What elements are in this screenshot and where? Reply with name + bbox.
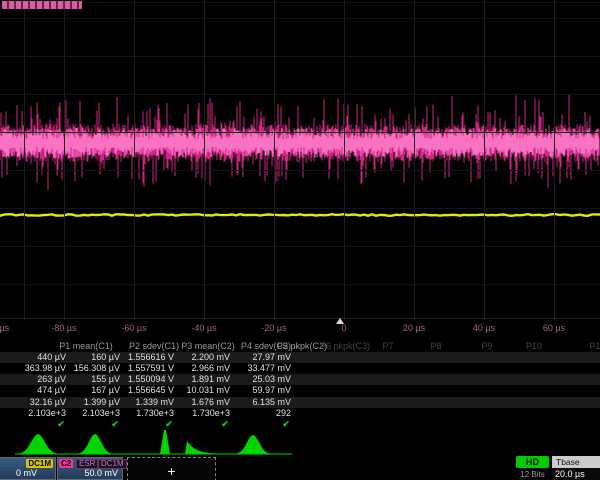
measure-mean-cell: 363.98 µV — [25, 363, 66, 373]
c1-coupling-badge: DC1M — [26, 459, 53, 468]
table-row-stripe — [0, 374, 600, 385]
measure-header-unused[interactable]: P11 — [589, 341, 600, 351]
histicon-shape[interactable] — [79, 434, 111, 454]
measure-max-cell: 1.556645 V — [128, 385, 174, 395]
measure-value-cell: 1.556616 V — [128, 352, 174, 362]
measure-value-cell: 440 µV — [37, 352, 66, 362]
table-row-stripe — [0, 352, 600, 363]
time-tick-label: -100 µs — [0, 323, 9, 333]
measure-sdev-cell: 1.339 mV — [135, 397, 174, 407]
time-tick-label: 0 — [341, 323, 346, 333]
time-tick-label: -40 µs — [191, 323, 216, 333]
measure-min-cell: 1.550094 V — [128, 374, 174, 384]
table-row-stripe — [0, 397, 600, 408]
measure-min-cell: 263 µV — [37, 374, 66, 384]
time-tick-label: 40 µs — [473, 323, 495, 333]
measure-mean-cell: 33.477 mV — [247, 363, 291, 373]
measure-value-cell: 27.97 mV — [252, 352, 291, 362]
measure-status-check: ✔ — [57, 419, 65, 430]
histicon-shape[interactable] — [20, 434, 56, 454]
waveform-grid — [0, 0, 600, 320]
timebase-descriptor[interactable]: Tbase 20.0 µs — [552, 456, 600, 480]
measure-mean-cell: 1.557591 V — [128, 363, 174, 373]
measure-max-cell: 167 µV — [91, 385, 120, 395]
c2-label-badge: C2 — [59, 459, 73, 468]
measure-sdev-cell: 32.16 µV — [30, 397, 66, 407]
measure-header[interactable]: P2 sdev(C1) — [129, 341, 179, 351]
measure-histicons[interactable] — [0, 430, 600, 456]
measure-header-unused[interactable]: P6 pkpk(C3) — [320, 341, 370, 351]
channel-c1-descriptor[interactable]: DC1M 0 mV — [0, 457, 56, 480]
grid-horizontal-lines — [0, 0, 600, 320]
measure-num-cell: 292 — [276, 408, 291, 418]
measure-status-check: ✔ — [221, 419, 229, 430]
hd-mode-badge[interactable]: HD — [516, 456, 549, 468]
measure-sdev-cell: 1.399 µV — [84, 397, 120, 407]
histicon-shape[interactable] — [185, 441, 215, 454]
measure-header-unused[interactable]: P9 — [481, 341, 492, 351]
measure-mean-cell: 2.966 mV — [191, 363, 230, 373]
oscilloscope-screen: -100 µs -80 µs -60 µs -40 µs -20 µs 0 20 µs 40 … — [0, 0, 600, 480]
measure-num-cell: 1.730e+3 — [192, 408, 230, 418]
add-channel-button[interactable]: + — [127, 457, 216, 480]
measure-sdev-cell: 6.135 mV — [252, 397, 291, 407]
measure-header-unused[interactable]: P7 — [382, 341, 393, 351]
measure-value-cell: 160 µV — [91, 352, 120, 362]
time-axis: -100 µs -80 µs -60 µs -40 µs -20 µs 0 20 µs 40 … — [0, 318, 600, 335]
channel-c2-descriptor[interactable]: C2 ESR DC1M 50.0 mV — [57, 457, 123, 480]
measure-status-check: ✔ — [282, 419, 290, 430]
measure-num-cell: 1.730e+3 — [136, 408, 174, 418]
c1-volts-per-div: 0 mV — [16, 468, 37, 478]
time-tick-label: -80 µs — [51, 323, 76, 333]
measure-max-cell: 474 µV — [37, 385, 66, 395]
measure-header[interactable]: P1 mean(C1) — [59, 341, 113, 351]
measure-value-cell: 2.200 mV — [191, 352, 230, 362]
trigger-position-marker[interactable] — [336, 318, 344, 324]
histicon-shape[interactable] — [160, 430, 170, 454]
measure-sdev-cell: 1.676 mV — [191, 397, 230, 407]
measure-min-cell: 1.891 mV — [191, 374, 230, 384]
measure-num-cell: 2.103e+3 — [28, 408, 66, 418]
measure-min-cell: 155 µV — [91, 374, 120, 384]
plus-icon: + — [167, 463, 175, 479]
time-tick-label: -20 µs — [261, 323, 286, 333]
hd-bits-label: 12 Bits — [511, 470, 554, 479]
measure-header[interactable]: P3 mean(C2) — [181, 341, 235, 351]
measure-mean-cell: 156.308 µV — [74, 363, 120, 373]
measure-status-check: ✔ — [111, 419, 119, 430]
timebase-title: Tbase — [552, 456, 600, 468]
time-tick-label: 60 µs — [543, 323, 565, 333]
measure-num-cell: 2.103e+3 — [82, 408, 120, 418]
c2-volts-per-div: 50.0 mV — [84, 468, 118, 478]
timebase-value: 20.0 µs — [552, 468, 600, 480]
measure-status-check: ✔ — [165, 419, 173, 430]
time-tick-label: -60 µs — [121, 323, 146, 333]
histicon-shape[interactable] — [237, 435, 269, 454]
measure-header-unused[interactable]: P10 — [526, 341, 542, 351]
trace-label-badge — [2, 1, 82, 9]
measure-max-cell: 59.97 mV — [252, 385, 291, 395]
measure-header-unused[interactable]: P8 — [430, 341, 441, 351]
measure-max-cell: 10.031 mV — [186, 385, 230, 395]
time-tick-label: 20 µs — [403, 323, 425, 333]
measure-min-cell: 25.03 mV — [252, 374, 291, 384]
